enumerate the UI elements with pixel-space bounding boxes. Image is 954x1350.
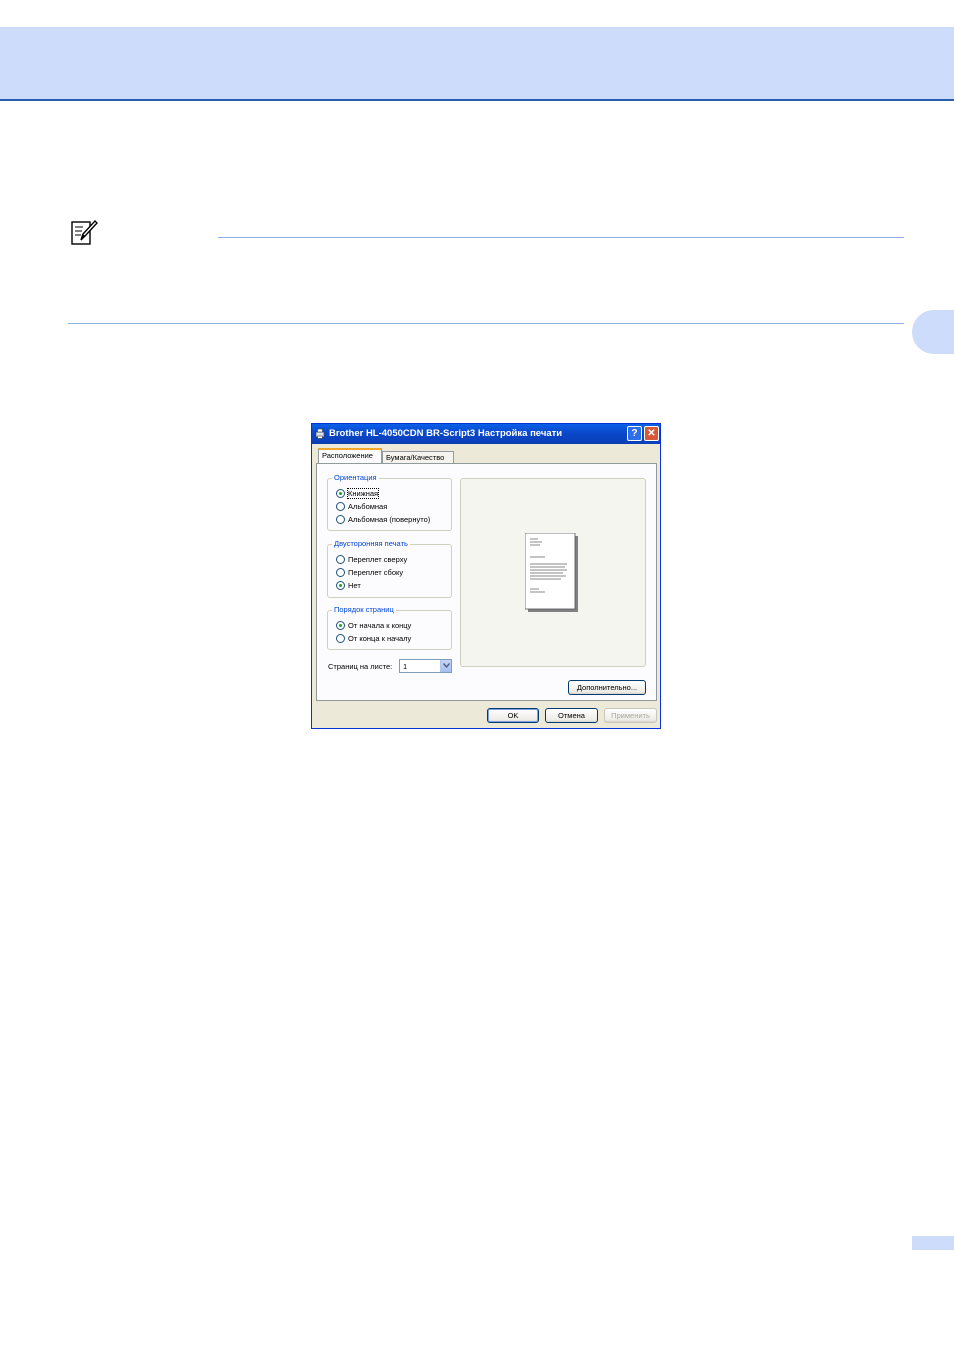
layout-preview-pane <box>460 478 646 667</box>
pages-per-sheet-value: 1 <box>403 662 408 671</box>
radio-back-to-front[interactable]: От конца к началу <box>336 633 411 644</box>
page-number-tab <box>912 1236 954 1250</box>
cancel-button[interactable]: Отмена <box>545 708 598 723</box>
radio-flip-side[interactable]: Переплет сбоку <box>336 567 403 578</box>
note-divider-bottom <box>68 323 904 324</box>
help-button[interactable]: ? <box>627 426 642 441</box>
page-order-group-title: Порядок страниц <box>332 605 396 614</box>
radio-front-to-back-label: От начала к концу <box>348 621 412 630</box>
note-divider-top <box>218 237 904 238</box>
radio-front-to-back[interactable]: От начала к концу <box>336 620 411 631</box>
pages-per-sheet-label: Страниц на листе: <box>328 662 393 671</box>
radio-portrait[interactable]: Книжная <box>336 488 380 499</box>
tab-layout[interactable]: Расположение <box>318 448 382 463</box>
radio-flip-side-label: Переплет сбоку <box>348 568 404 577</box>
ok-button[interactable]: OK <box>487 708 539 723</box>
radio-unchecked-icon[interactable] <box>336 568 345 577</box>
dropdown-button[interactable] <box>440 660 451 672</box>
radio-checked-icon[interactable] <box>336 581 345 590</box>
radio-landscape[interactable]: Альбомная <box>336 501 387 512</box>
chapter-tab <box>912 310 954 354</box>
page-order-group: Порядок страниц От начала к концу От кон… <box>327 605 452 650</box>
radio-duplex-none[interactable]: Нет <box>336 580 361 591</box>
radio-unchecked-icon[interactable] <box>336 502 345 511</box>
duplex-group-title: Двусторонняя печать <box>332 539 410 548</box>
apply-button[interactable]: Применить <box>604 708 657 723</box>
advanced-button[interactable]: Дополнительно... <box>568 680 646 695</box>
chevron-down-icon <box>443 663 450 668</box>
printer-icon <box>315 428 325 439</box>
radio-unchecked-icon[interactable] <box>336 634 345 643</box>
dialog-title: Brother HL-4050CDN BR-Script3 Настройка … <box>329 428 563 439</box>
radio-flip-top[interactable]: Переплет сверху <box>336 554 407 565</box>
radio-checked-icon[interactable] <box>336 621 345 630</box>
radio-landscape-label: Альбомная <box>348 502 388 511</box>
radio-checked-icon[interactable] <box>336 489 345 498</box>
radio-flip-top-label: Переплет сверху <box>348 555 408 564</box>
dialog-titlebar[interactable]: Brother HL-4050CDN BR-Script3 Настройка … <box>312 424 660 444</box>
radio-landscape-rotated[interactable]: Альбомная (повернуто) <box>336 514 430 525</box>
close-button[interactable]: ✕ <box>644 426 659 441</box>
duplex-group: Двусторонняя печать Переплет сверху Пере… <box>327 539 452 598</box>
radio-back-to-front-label: От конца к началу <box>348 634 412 643</box>
page-preview-icon <box>525 533 578 612</box>
radio-landscape-rotated-label: Альбомная (повернуто) <box>348 515 431 524</box>
layout-tab-panel: Ориентация Книжная Альбомная Альбомная (… <box>316 463 657 701</box>
radio-unchecked-icon[interactable] <box>336 515 345 524</box>
orientation-group: Ориентация Книжная Альбомная Альбомная (… <box>327 473 452 531</box>
radio-unchecked-icon[interactable] <box>336 555 345 564</box>
radio-portrait-label: Книжная <box>346 488 380 499</box>
page-header-band <box>0 27 954 101</box>
print-preferences-dialog: Brother HL-4050CDN BR-Script3 Настройка … <box>311 423 661 729</box>
pages-per-sheet-select[interactable]: 1 <box>399 659 452 673</box>
note-pencil-icon <box>71 219 98 245</box>
orientation-group-title: Ориентация <box>332 473 379 482</box>
radio-duplex-none-label: Нет <box>348 581 361 590</box>
